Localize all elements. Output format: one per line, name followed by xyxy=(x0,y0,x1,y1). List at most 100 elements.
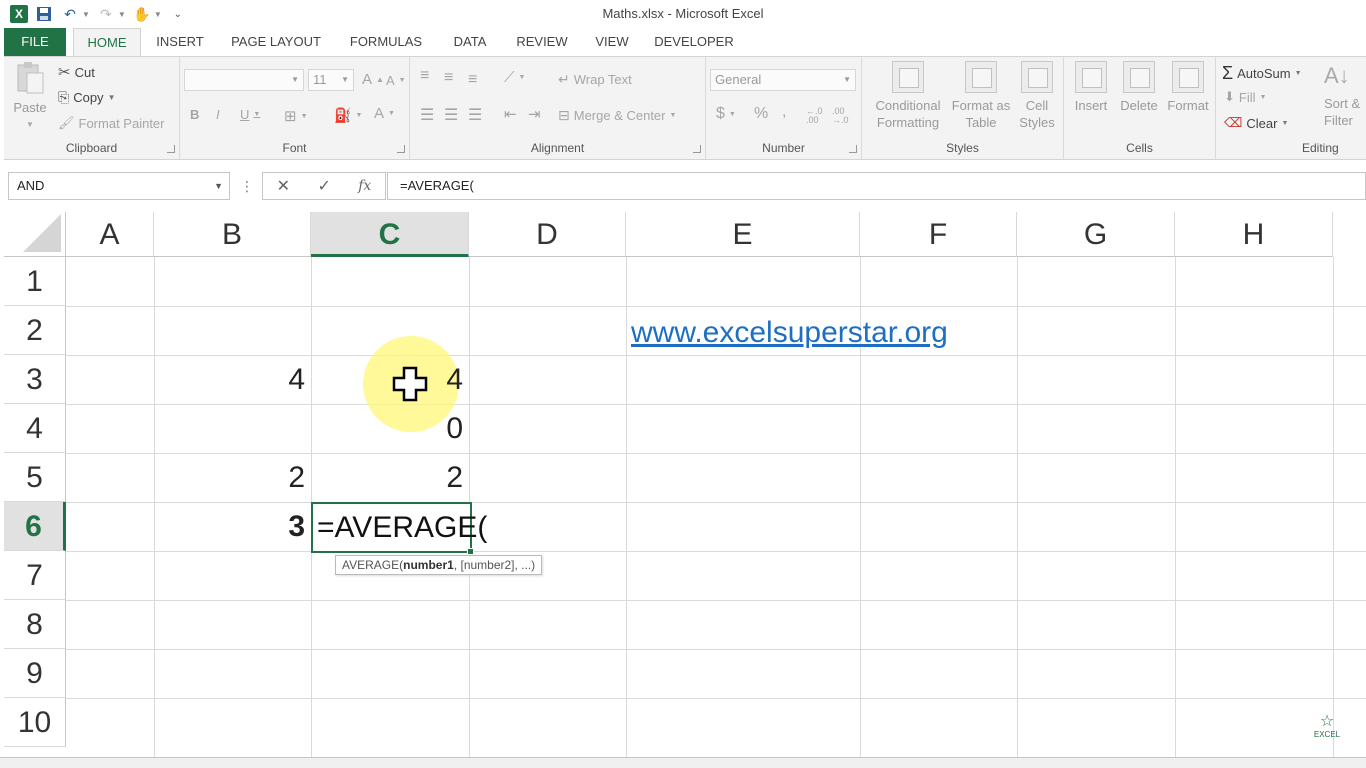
column-header-a[interactable]: A xyxy=(66,212,154,257)
borders-button[interactable]: ⊞ ▼ xyxy=(284,107,308,125)
number-launcher-icon[interactable] xyxy=(849,145,857,153)
insert-function-icon[interactable]: fx xyxy=(358,178,371,194)
underline-button[interactable]: U ▼ xyxy=(240,107,260,122)
formula-input[interactable]: =AVERAGE( xyxy=(387,172,1366,200)
paste-button[interactable]: Paste ▼ xyxy=(8,61,52,133)
tab-insert[interactable]: INSERT xyxy=(150,28,210,56)
delete-cells-button[interactable]: Delete xyxy=(1116,61,1162,114)
align-middle-button[interactable]: ≡ xyxy=(444,69,453,87)
name-box[interactable]: AND ▼ xyxy=(8,172,230,200)
font-size-select[interactable]: 11 ▼ xyxy=(308,69,354,91)
merge-center-button[interactable]: ⊟ Merge & Center ▼ xyxy=(558,107,676,124)
font-name-select[interactable]: ▼ xyxy=(184,69,304,91)
grow-font-button[interactable]: A ▲ xyxy=(362,71,384,88)
row-header-2[interactable]: 2 xyxy=(4,306,66,355)
number-format-select[interactable]: General ▼ xyxy=(710,69,856,91)
cancel-entry-icon[interactable]: ✕ xyxy=(277,176,290,196)
format-painter-button[interactable]: 🖌 Format Painter xyxy=(58,115,165,131)
row-header-7[interactable]: 7 xyxy=(4,551,66,600)
font-color-button[interactable]: A ▼ xyxy=(374,105,395,122)
align-right-button[interactable]: ☰ xyxy=(468,105,482,125)
active-cell-c6[interactable]: =AVERAGE( xyxy=(311,502,487,553)
clipboard-launcher-icon[interactable] xyxy=(167,145,175,153)
function-tooltip[interactable]: AVERAGE(number1, [number2], ...) xyxy=(335,555,543,575)
column-header-c[interactable]: C xyxy=(311,212,469,257)
align-bottom-button[interactable]: ≡ xyxy=(468,71,477,89)
cut-button[interactable]: ✂ Cut xyxy=(58,63,95,81)
row-header-10[interactable]: 10 xyxy=(4,698,66,747)
currency-button[interactable]: $ ▼ xyxy=(716,105,736,123)
tab-review[interactable]: REVIEW xyxy=(510,28,574,56)
cell-c4[interactable]: 0 xyxy=(311,404,469,453)
formula-bar-splitter-icon[interactable]: ⋮ xyxy=(240,178,254,195)
align-top-button[interactable]: ≡ xyxy=(420,67,429,85)
underline-icon: U xyxy=(240,107,250,122)
wrap-text-button[interactable]: ↵ Wrap Text xyxy=(558,71,632,88)
fill-handle[interactable] xyxy=(467,548,474,555)
alignment-launcher-icon[interactable] xyxy=(693,145,701,153)
clear-button[interactable]: ⌫ Clear ▼ xyxy=(1224,115,1288,131)
styles-group-label: Styles xyxy=(946,141,979,155)
gridline xyxy=(1333,257,1334,757)
decrease-decimal-button[interactable]: .00 →.0 xyxy=(832,107,854,125)
row-header-6[interactable]: 6 xyxy=(4,502,66,551)
increase-decimal-button[interactable]: ←.0 .00 xyxy=(806,107,828,125)
tab-developer[interactable]: DEVELOPER xyxy=(650,28,738,56)
cell-b3[interactable]: 4 xyxy=(154,355,311,404)
tab-page-layout[interactable]: PAGE LAYOUT xyxy=(222,28,330,56)
cell-b5[interactable]: 2 xyxy=(154,453,311,502)
percent-button[interactable]: % xyxy=(754,105,768,123)
select-all-button[interactable] xyxy=(4,212,66,257)
column-header-h[interactable]: H xyxy=(1175,212,1333,257)
cell-c3[interactable]: 4 xyxy=(311,355,469,404)
column-header-b[interactable]: B xyxy=(154,212,311,257)
bold-button[interactable]: B xyxy=(190,107,199,122)
row-header-3[interactable]: 3 xyxy=(4,355,66,404)
cell-styles-icon xyxy=(1021,61,1053,93)
row-header-5[interactable]: 5 xyxy=(4,453,66,502)
column-header-d[interactable]: D xyxy=(469,212,626,257)
autosum-button[interactable]: Σ AutoSum ▼ xyxy=(1222,63,1302,84)
tab-data[interactable]: DATA xyxy=(442,28,498,56)
column-header-f[interactable]: F xyxy=(860,212,1017,257)
chevron-down-icon[interactable]: ▼ xyxy=(214,173,223,199)
copy-button[interactable]: ⎘ Copy ▼ xyxy=(58,89,115,106)
format-as-table-button[interactable]: Format as Table xyxy=(950,61,1012,131)
increase-indent-button[interactable]: ⇥ xyxy=(528,105,541,123)
sort-filter-button[interactable]: A↓ Sort & Filter xyxy=(1324,61,1366,129)
fill-color-button[interactable]: ⛽ ▼ xyxy=(334,107,362,124)
cell-b6[interactable]: 3 xyxy=(154,502,311,551)
italic-button[interactable]: I xyxy=(216,107,220,122)
gridline xyxy=(66,306,1366,307)
tab-view[interactable]: VIEW xyxy=(586,28,638,56)
hyperlink-cell-e2[interactable]: www.excelsuperstar.org xyxy=(631,308,948,357)
tab-formulas[interactable]: FORMULAS xyxy=(342,28,430,56)
align-center-button[interactable]: ☰ xyxy=(444,105,458,125)
cell-styles-button[interactable]: Cell Styles xyxy=(1012,61,1062,131)
row-header-4[interactable]: 4 xyxy=(4,404,66,453)
comma-button[interactable]: , xyxy=(782,103,786,121)
conditional-formatting-icon xyxy=(892,61,924,93)
conditional-formatting-button[interactable]: Conditional Formatting xyxy=(866,61,950,131)
tab-home[interactable]: HOME xyxy=(73,28,141,57)
row-header-8[interactable]: 8 xyxy=(4,600,66,649)
confirm-entry-icon[interactable]: ✓ xyxy=(317,176,330,196)
orientation-button[interactable]: ⟋ ▼ xyxy=(504,69,525,86)
cell-c5[interactable]: 2 xyxy=(311,453,469,502)
insert-cells-button[interactable]: Insert xyxy=(1068,61,1114,114)
tab-file[interactable]: FILE xyxy=(4,28,66,56)
format-cells-button[interactable]: Format xyxy=(1164,61,1212,114)
align-left-button[interactable]: ☰ xyxy=(420,105,434,125)
column-header-g[interactable]: G xyxy=(1017,212,1175,257)
shrink-font-button[interactable]: A ▼ xyxy=(386,73,406,88)
sheet-tabs-bar[interactable] xyxy=(0,757,1366,768)
sort-filter-label: Sort & Filter xyxy=(1324,96,1361,128)
worksheet-grid[interactable]: A B C D E F G H 1 2 3 4 5 6 7 8 9 10 4 4… xyxy=(4,212,1366,757)
decrease-indent-button[interactable]: ⇤ xyxy=(504,105,517,123)
row-header-9[interactable]: 9 xyxy=(4,649,66,698)
format-as-table-label: Format as Table xyxy=(951,98,1011,130)
font-launcher-icon[interactable] xyxy=(397,145,405,153)
fill-button[interactable]: ⬇ Fill ▼ xyxy=(1224,89,1266,105)
row-header-1[interactable]: 1 xyxy=(4,257,66,306)
column-header-e[interactable]: E xyxy=(626,212,860,257)
